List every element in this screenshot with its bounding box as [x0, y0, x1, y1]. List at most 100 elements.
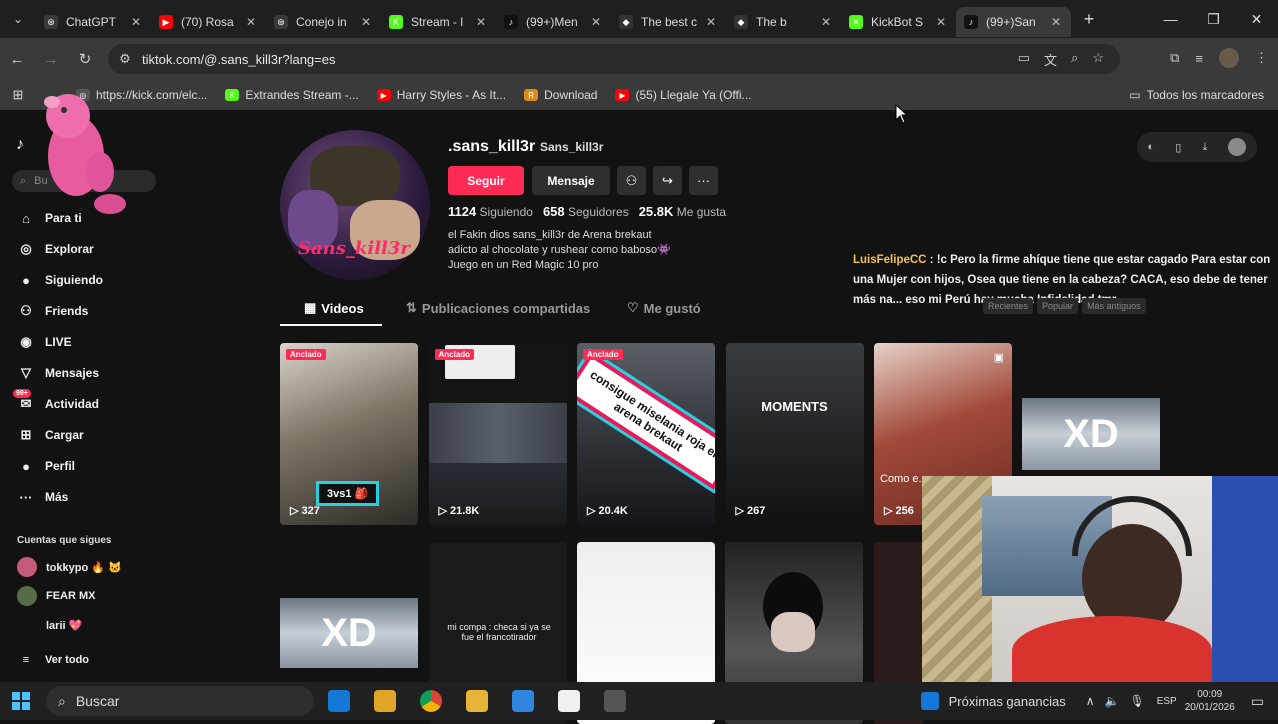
video-card[interactable]: Anclado ▷ 21.8K [428, 343, 567, 525]
sidebar-item-más[interactable]: ··· Más [17, 488, 69, 506]
following-account[interactable]: larii 💖 [17, 615, 82, 635]
notifications-icon[interactable]: ▭ [1251, 693, 1264, 710]
tab-close-icon[interactable]: ✕ [704, 15, 718, 29]
more-options-icon[interactable]: ··· [689, 166, 718, 195]
browser-tab[interactable]: ⊛ ChatGPT ✕ [36, 7, 151, 37]
browser-tab[interactable]: ♪ (99+)Men ✕ [496, 7, 611, 37]
tab-close-icon[interactable]: ✕ [819, 15, 833, 29]
close-window-icon[interactable]: ✕ [1235, 0, 1278, 38]
sidebar-item-live[interactable]: ◉ LIVE [17, 333, 72, 351]
apps-grid-icon[interactable]: ⊞ [0, 87, 36, 103]
sort-popular[interactable]: Popular [1037, 298, 1079, 314]
stat-item[interactable]: 658 Seguidores [543, 204, 629, 219]
video-card[interactable]: consigue miselania roja en arena brekaut… [577, 343, 715, 525]
file-explorer-app-icon[interactable] [466, 690, 488, 712]
outlook-app-icon[interactable] [328, 690, 350, 712]
all-bookmarks-folder[interactable]: ▭ Todos los marcadores [1129, 88, 1264, 102]
browser-tab[interactable]: ◆ The b ✕ [726, 7, 841, 37]
tab-close-icon[interactable]: ✕ [244, 15, 258, 29]
theme-icon[interactable]: ◐ [1148, 141, 1155, 153]
back-icon[interactable]: ← [0, 51, 34, 68]
bookmark-item[interactable]: R Download [524, 88, 597, 102]
minimize-icon[interactable]: — [1149, 0, 1192, 38]
media-control-icon[interactable]: ≡ [1195, 51, 1203, 66]
share-icon[interactable]: ↪ [653, 166, 682, 195]
language-indicator[interactable]: ESP [1157, 696, 1177, 707]
widget-label[interactable]: Próximas ganancias [949, 694, 1066, 709]
mic-icon[interactable]: 🎙 [1129, 694, 1144, 708]
pink-mascot-overlay [44, 94, 126, 214]
obs-app-icon[interactable] [604, 690, 626, 712]
tab-liked[interactable]: ♡ Me gustó [627, 300, 701, 316]
sidebar-item-label: LIVE [45, 335, 72, 349]
suggested-accounts-icon[interactable]: ⚇ [617, 166, 646, 195]
device-icon[interactable]: ▯ [1175, 141, 1181, 154]
download-icon[interactable]: ⤓ [1202, 141, 1207, 154]
sort-recent[interactable]: Recientes [983, 298, 1034, 314]
site-info-icon[interactable]: ⚙ [108, 51, 142, 67]
follow-button[interactable]: Seguir [448, 166, 524, 195]
account-avatar-icon[interactable] [1228, 138, 1247, 156]
sidebar-item-actividad[interactable]: ✉ 99+ Actividad [13, 389, 99, 413]
translate-icon[interactable]: 文 [1044, 50, 1057, 69]
message-button[interactable]: Mensaje [532, 166, 610, 195]
chrome-menu-icon[interactable]: ⋮ [1255, 50, 1268, 66]
sidebar-item-cargar[interactable]: ⊞ Cargar [17, 426, 84, 444]
following-account[interactable]: FEAR MX [17, 586, 96, 606]
volume-icon[interactable]: 🔈 [1105, 694, 1120, 708]
following-account[interactable]: tokkypo 🔥 🐱 [17, 557, 122, 577]
tab-close-icon[interactable]: ✕ [474, 15, 488, 29]
tab-close-icon[interactable]: ✕ [1049, 15, 1063, 29]
capcut-app-icon[interactable] [558, 690, 580, 712]
stat-item[interactable]: 25.8K Me gusta [639, 204, 726, 219]
sidebar-item-siguiendo[interactable]: ● Siguiendo [17, 271, 103, 289]
sidebar-item-friends[interactable]: ⚇ Friends [17, 302, 88, 320]
bookmark-item[interactable]: K Extrandes Stream -... [225, 88, 359, 102]
browser-tab[interactable]: ▶ (70) Rosa ✕ [151, 7, 266, 37]
xd-thumb-text: XD [280, 598, 418, 668]
tab-reposts[interactable]: ⇅ Publicaciones compartidas [406, 300, 590, 316]
clock[interactable]: 00:09 20/01/2026 [1185, 688, 1235, 714]
widget-icon[interactable] [920, 692, 939, 710]
medal-app-icon[interactable] [374, 690, 396, 712]
sort-oldest[interactable]: Más antiguos [1082, 298, 1146, 314]
url-text[interactable]: tiktok.com/@.sans_kill3r?lang=es [142, 52, 335, 67]
store-app-icon[interactable] [512, 690, 534, 712]
video-card[interactable]: MOMENTS ▷ 267 [725, 343, 864, 525]
browser-tab[interactable]: ⊛ Conejo in ✕ [266, 7, 381, 37]
stat-item[interactable]: 1124 Siguiendo [448, 204, 533, 219]
browser-tab[interactable]: ♪ (99+)San ✕ [956, 7, 1071, 37]
tab-close-icon[interactable]: ✕ [359, 15, 373, 29]
tab-title: The b [756, 15, 787, 29]
tab-close-icon[interactable]: ✕ [589, 15, 603, 29]
video-card[interactable]: 3vs1 🎒 Anclado ▷ 327 [280, 343, 418, 525]
forward-icon[interactable]: → [34, 51, 68, 68]
sidebar-item-explorar[interactable]: ◎ Explorar [17, 240, 93, 258]
taskbar-search[interactable]: ⌕ Buscar [46, 686, 314, 716]
bookmark-star-icon[interactable]: ☆ [1092, 50, 1104, 69]
tiktok-logo-icon[interactable]: ♪ [16, 136, 24, 154]
see-all-button[interactable]: ≡ Ver todo [17, 651, 89, 669]
windows-start-icon[interactable] [12, 692, 30, 710]
browser-tab[interactable]: ◆ The best c ✕ [611, 7, 726, 37]
sidebar-item-mensajes[interactable]: ▽ Mensajes [17, 364, 99, 382]
tab-close-icon[interactable]: ✕ [934, 15, 948, 29]
tab-close-icon[interactable]: ✕ [129, 15, 143, 29]
restore-icon[interactable]: ❐ [1192, 0, 1235, 38]
bookmark-item[interactable]: ▶ (55) Llegale Ya (Offi... [615, 88, 752, 102]
browser-tab[interactable]: ✕ KickBot S ✕ [841, 7, 956, 37]
reload-icon[interactable]: ↻ [68, 50, 102, 68]
tab-search-dropdown-icon[interactable]: ⌄ [0, 0, 36, 38]
omnibox[interactable]: ⚙ tiktok.com/@.sans_kill3r?lang=es ▭ 文 ⌕… [108, 44, 1120, 74]
sidebar-item-perfil[interactable]: ● Perfil [17, 457, 75, 475]
cast-icon[interactable]: ▭ [1018, 50, 1030, 69]
tab-videos[interactable]: ▦ Videos [304, 300, 364, 316]
bookmark-item[interactable]: ▶ Harry Styles - As It... [376, 88, 506, 102]
extensions-icon[interactable]: ⧉ [1170, 50, 1179, 66]
tray-chevron-icon[interactable]: ∧ [1086, 694, 1095, 708]
new-tab-button[interactable]: + [1075, 9, 1103, 30]
chrome-app-icon[interactable] [408, 682, 454, 720]
zoom-icon[interactable]: ⌕ [1071, 50, 1078, 69]
profile-avatar-icon[interactable] [1219, 48, 1239, 68]
browser-tab[interactable]: K Stream - l ✕ [381, 7, 496, 37]
